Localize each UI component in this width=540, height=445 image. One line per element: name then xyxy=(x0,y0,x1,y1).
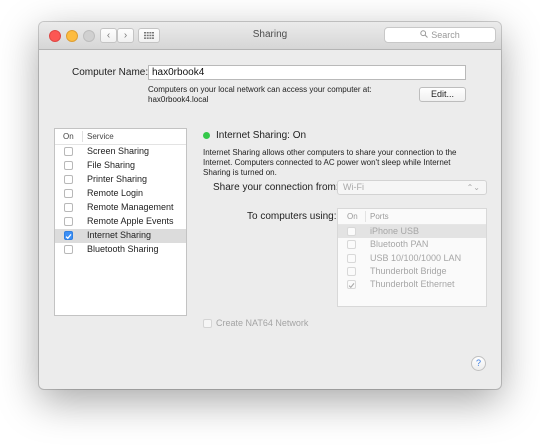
checkbox[interactable] xyxy=(347,266,356,276)
service-label: Bluetooth Sharing xyxy=(87,244,159,254)
port-row-usb-lan[interactable]: USB 10/100/1000 LAN xyxy=(338,252,486,265)
checkbox[interactable] xyxy=(64,217,73,226)
port-label: Thunderbolt Bridge xyxy=(370,265,447,276)
nat64-checkbox[interactable] xyxy=(203,319,212,328)
checkmark-icon xyxy=(65,233,72,239)
service-label: Remote Login xyxy=(87,188,144,198)
checkbox[interactable] xyxy=(64,175,73,184)
share-from-label: Share your connection from: xyxy=(213,182,339,193)
description-line-1: Computers on your local network can acce… xyxy=(148,85,372,94)
port-label: Bluetooth PAN xyxy=(370,239,429,250)
help-button[interactable]: ? xyxy=(471,356,486,371)
services-list: On Service Screen Sharing File Sharing P… xyxy=(54,128,187,316)
services-header: On Service xyxy=(55,129,186,145)
ports-header: On Ports xyxy=(338,209,486,225)
ports-list: On Ports iPhone USB Bluetooth PAN USB 10… xyxy=(337,208,487,307)
header-on: On xyxy=(63,132,74,141)
port-label: USB 10/100/1000 LAN xyxy=(370,252,462,263)
port-row-thunderbolt-ethernet[interactable]: Thunderbolt Ethernet xyxy=(338,278,486,291)
service-label: Remote Management xyxy=(87,202,174,212)
info-line-2: Internet. Computers connected to AC powe… xyxy=(203,158,451,167)
port-row-iphone-usb[interactable]: iPhone USB xyxy=(338,225,486,239)
header-separator xyxy=(82,131,83,142)
checkbox[interactable] xyxy=(64,189,73,198)
checkbox-checked[interactable] xyxy=(64,231,73,240)
service-row-remote-apple-events[interactable]: Remote Apple Events xyxy=(55,215,186,229)
edit-button[interactable]: Edit... xyxy=(419,87,466,102)
ports-header-separator xyxy=(365,211,366,222)
service-row-remote-login[interactable]: Remote Login xyxy=(55,187,186,201)
checkbox[interactable] xyxy=(64,147,73,156)
status-text: Internet Sharing: On xyxy=(216,130,307,141)
search-field[interactable]: Search xyxy=(384,27,496,43)
service-row-remote-management[interactable]: Remote Management xyxy=(55,201,186,215)
service-row-printer-sharing[interactable]: Printer Sharing xyxy=(55,173,186,187)
title-bar: ‹ › Sharing Search xyxy=(39,22,501,50)
ports-header-on: On xyxy=(347,212,358,221)
computer-name-field[interactable]: hax0rbook4 xyxy=(148,65,466,80)
info-text: Internet Sharing allows other computers … xyxy=(203,148,495,178)
checkbox[interactable] xyxy=(64,203,73,212)
checkbox[interactable] xyxy=(347,240,356,250)
share-from-value: Wi-Fi xyxy=(343,182,364,192)
service-row-internet-sharing[interactable]: Internet Sharing xyxy=(55,229,186,243)
service-row-file-sharing[interactable]: File Sharing xyxy=(55,159,186,173)
service-label: File Sharing xyxy=(87,160,136,170)
checkbox[interactable] xyxy=(347,227,356,236)
header-service: Service xyxy=(87,132,114,141)
nat64-label: Create NAT64 Network xyxy=(216,318,309,328)
port-label: iPhone USB xyxy=(370,226,420,236)
service-label: Internet Sharing xyxy=(87,230,152,240)
service-label: Remote Apple Events xyxy=(87,216,174,226)
service-row-screen-sharing[interactable]: Screen Sharing xyxy=(55,145,186,159)
updown-chevron-icon: ⌃⌄ xyxy=(466,183,480,192)
service-row-bluetooth-sharing[interactable]: Bluetooth Sharing xyxy=(55,243,186,257)
info-line-3: Sharing is turned on. xyxy=(203,168,277,177)
computer-name-label: Computer Name: xyxy=(72,67,149,78)
search-placeholder: Search xyxy=(431,30,460,40)
checkbox[interactable] xyxy=(64,245,73,254)
computer-name-description: Computers on your local network can acce… xyxy=(148,85,372,105)
to-computers-label: To computers using: xyxy=(247,211,337,222)
checkmark-icon xyxy=(348,282,355,288)
info-line-1: Internet Sharing allows other computers … xyxy=(203,148,457,157)
share-from-popup[interactable]: Wi-Fi ⌃⌄ xyxy=(337,180,487,195)
search-icon xyxy=(420,30,429,40)
port-row-bluetooth-pan[interactable]: Bluetooth PAN xyxy=(338,238,486,251)
description-line-2: hax0rbook4.local xyxy=(148,95,209,104)
service-label: Screen Sharing xyxy=(87,146,150,156)
port-row-thunderbolt-bridge[interactable]: Thunderbolt Bridge xyxy=(338,265,486,278)
port-label: Thunderbolt Ethernet xyxy=(370,279,455,290)
checkbox[interactable] xyxy=(347,253,356,263)
service-label: Printer Sharing xyxy=(87,174,148,184)
sharing-window: ‹ › Sharing Search Computer Name: hax0rb… xyxy=(39,22,501,389)
checkbox-checked[interactable] xyxy=(347,280,356,290)
ports-header-ports: Ports xyxy=(370,212,389,221)
status-indicator xyxy=(203,132,210,139)
checkbox[interactable] xyxy=(64,161,73,170)
